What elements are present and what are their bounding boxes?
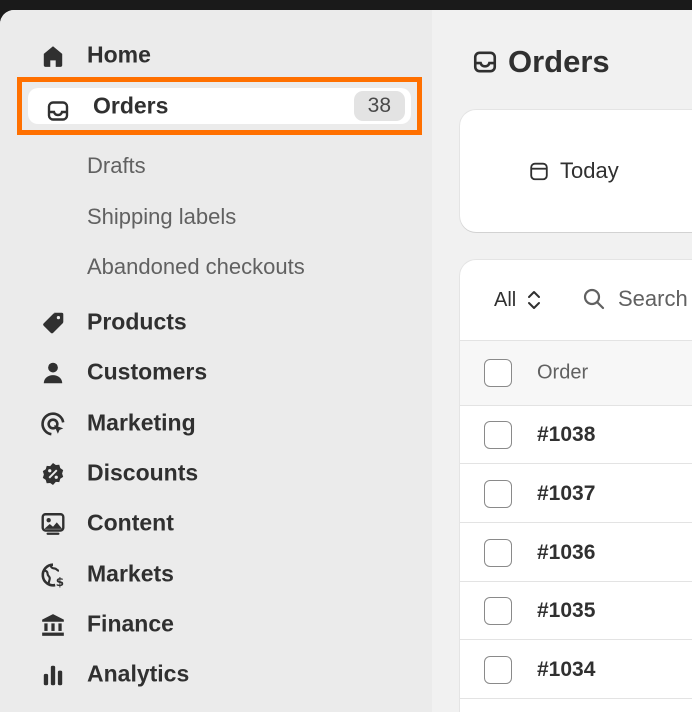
sidebar-item-analytics[interactable]: Analytics [24, 654, 414, 694]
sidebar-subitem-abandoned-checkouts[interactable]: Abandoned checkouts [87, 249, 305, 285]
sidebar-item-finance[interactable]: Finance [24, 604, 414, 644]
sidebar-item-label: Discounts [87, 459, 199, 486]
globe-icon: $ [41, 563, 64, 588]
sidebar-item-label: Marketing [87, 409, 196, 436]
search-field[interactable]: Search [582, 286, 688, 312]
view-selector-label: All [494, 288, 517, 311]
sidebar-item-label: Home [87, 41, 151, 68]
table-row[interactable]: #1037 [460, 465, 692, 523]
sidebar-item-products[interactable]: Products [24, 302, 414, 342]
row-checkbox[interactable] [484, 480, 512, 508]
calendar-icon [530, 162, 548, 181]
column-header-order[interactable]: Order [537, 362, 588, 385]
orders-count-badge: 38 [353, 91, 405, 121]
sidebar-item-label: Markets [87, 560, 174, 587]
page-title: Orders [472, 44, 610, 80]
row-checkbox[interactable] [484, 421, 512, 449]
table-row[interactable]: #1035 [460, 582, 692, 640]
row-checkbox[interactable] [484, 656, 512, 684]
select-arrows-icon [528, 291, 541, 309]
sidebar-item-markets[interactable]: $ Markets [24, 554, 414, 594]
search-icon [583, 288, 605, 310]
orders-table-card: All Search Order #1038 #1037 #1036 #1035… [460, 260, 692, 712]
tag-icon [43, 312, 64, 334]
svg-text:$: $ [56, 575, 64, 588]
discount-icon [42, 462, 64, 486]
table-row[interactable]: #1038 [460, 406, 692, 464]
search-placeholder: Search [618, 286, 688, 311]
inbox-icon [473, 51, 497, 73]
select-all-checkbox[interactable] [484, 359, 512, 387]
home-icon [43, 46, 63, 67]
bar-chart-icon [43, 665, 63, 686]
sidebar-subitem-shipping-labels[interactable]: Shipping labels [87, 199, 236, 235]
sidebar-item-label: Products [87, 308, 187, 335]
row-checkbox[interactable] [484, 539, 512, 567]
order-number[interactable]: #1035 [537, 599, 595, 623]
order-number[interactable]: #1037 [537, 482, 595, 506]
sidebar-subitem-drafts[interactable]: Drafts [87, 148, 146, 184]
row-checkbox[interactable] [484, 597, 512, 625]
image-icon [41, 513, 65, 535]
person-icon [43, 362, 63, 384]
sidebar-item-customers[interactable]: Customers [24, 352, 414, 392]
table-row[interactable]: #1034 [460, 641, 692, 699]
table-row[interactable]: #1036 [460, 524, 692, 582]
date-range-label: Today [560, 158, 619, 183]
filter-bar: All Search [460, 260, 692, 340]
sidebar-item-discounts[interactable]: Discounts [24, 453, 414, 493]
sidebar-item-marketing[interactable]: Marketing [24, 403, 414, 443]
order-number[interactable]: #1034 [537, 658, 595, 682]
view-selector[interactable]: All [494, 288, 542, 312]
sidebar-item-label: Finance [87, 610, 174, 637]
order-number[interactable]: #1036 [537, 541, 595, 565]
sidebar-item-orders-highlight[interactable]: Orders 38 [17, 77, 422, 135]
sidebar-item-content[interactable]: Content [24, 503, 414, 543]
date-range-card: Today [460, 110, 692, 232]
sidebar-item-label: Customers [87, 358, 208, 385]
bank-icon [42, 614, 64, 636]
sidebar-item-label: Analytics [87, 660, 190, 687]
order-number[interactable]: #1038 [537, 423, 595, 447]
sidebar: Home Orders 38 Drafts Shipping labels Ab… [0, 10, 432, 712]
sidebar-item-label: Content [87, 509, 174, 536]
target-icon [41, 412, 65, 436]
sidebar-item-orders[interactable]: Orders 38 [28, 88, 411, 124]
main-content: Orders Today All Search Order #1038 #103… [432, 10, 692, 712]
table-header: Order [460, 340, 692, 406]
app-window: Home Orders 38 Drafts Shipping labels Ab… [0, 10, 692, 712]
sidebar-item-home[interactable]: Home [24, 35, 414, 75]
inbox-icon [47, 101, 69, 121]
sidebar-item-label: Orders [93, 92, 169, 119]
date-range-button[interactable]: Today [528, 158, 619, 184]
page-title-text: Orders [508, 44, 610, 79]
